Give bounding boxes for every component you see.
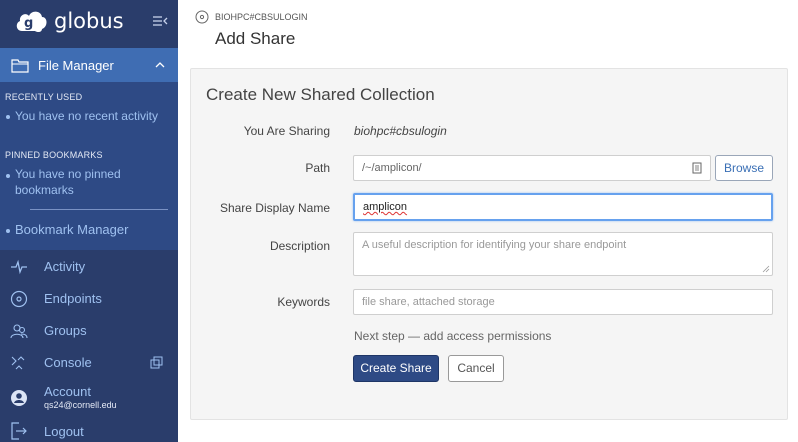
activity-label: Activity bbox=[44, 259, 86, 274]
logout-icon bbox=[11, 422, 27, 440]
account-email: qs24@cornell.edu bbox=[44, 400, 117, 410]
endpoint-icon bbox=[10, 290, 28, 308]
recently-used-empty: You have no recent activity bbox=[15, 109, 158, 123]
display-name-label: Share Display Name bbox=[219, 201, 330, 215]
sidebar-item-endpoints[interactable]: Endpoints bbox=[0, 282, 178, 314]
sidebar-item-logout[interactable]: Logout bbox=[0, 418, 178, 442]
display-name-input[interactable]: amplicon bbox=[353, 193, 773, 221]
sidebar-item-activity[interactable]: Activity bbox=[0, 250, 178, 282]
sidebar: g globus File Manager RECENTLY USED You … bbox=[0, 0, 178, 442]
bullet-icon bbox=[6, 174, 10, 178]
collapse-menu-icon[interactable] bbox=[152, 14, 168, 28]
next-step-hint: Next step — add access permissions bbox=[354, 329, 552, 343]
cancel-button[interactable]: Cancel bbox=[448, 355, 504, 382]
sidebar-item-console[interactable]: Console bbox=[0, 346, 178, 378]
browse-button[interactable]: Browse bbox=[715, 155, 773, 181]
console-icon bbox=[11, 356, 25, 370]
path-value: /~/amplicon/ bbox=[362, 162, 422, 174]
chevron-up-icon[interactable] bbox=[154, 60, 166, 70]
activity-icon bbox=[11, 259, 27, 275]
bookmark-manager-link[interactable]: Bookmark Manager bbox=[15, 222, 165, 238]
display-name-value: amplicon bbox=[363, 201, 408, 213]
bullet-icon bbox=[6, 229, 10, 233]
groups-label: Groups bbox=[44, 323, 87, 338]
svg-text:g: g bbox=[24, 16, 33, 31]
file-manager-label: File Manager bbox=[38, 58, 114, 73]
keywords-label: Keywords bbox=[277, 295, 330, 309]
pinned-bookmarks-empty: You have no pinned bookmarks bbox=[15, 167, 121, 197]
pinned-bookmarks-heading: PINNED BOOKMARKS bbox=[5, 150, 103, 160]
sharing-value: biohpc#cbsulogin bbox=[354, 124, 447, 138]
folder-icon bbox=[11, 59, 29, 73]
logout-label: Logout bbox=[44, 424, 84, 439]
account-icon bbox=[11, 390, 27, 406]
endpoint-icon bbox=[195, 10, 209, 24]
brand-name: globus bbox=[54, 9, 124, 33]
account-label: Account bbox=[44, 384, 91, 399]
keywords-input[interactable]: file share, attached storage bbox=[353, 289, 773, 315]
bullet-icon bbox=[6, 115, 10, 119]
brand-bar: g globus bbox=[0, 0, 178, 44]
sharing-label: You Are Sharing bbox=[243, 124, 330, 138]
path-input[interactable]: /~/amplicon/ bbox=[353, 155, 711, 181]
description-placeholder: A useful description for identifying you… bbox=[362, 239, 627, 251]
path-label: Path bbox=[305, 161, 330, 175]
file-icon[interactable] bbox=[692, 162, 702, 174]
sidebar-item-account[interactable]: Account qs24@cornell.edu bbox=[0, 380, 178, 414]
groups-icon bbox=[10, 324, 28, 339]
sidebar-item-file-manager[interactable]: File Manager bbox=[0, 48, 178, 82]
file-manager-panel: RECENTLY USED You have no recent activit… bbox=[0, 82, 178, 250]
create-share-button[interactable]: Create Share bbox=[353, 355, 439, 382]
console-label: Console bbox=[44, 355, 92, 370]
globus-logo-icon[interactable]: g bbox=[14, 7, 48, 37]
description-textarea[interactable]: A useful description for identifying you… bbox=[353, 232, 773, 276]
recently-used-heading: RECENTLY USED bbox=[5, 92, 83, 102]
form-title: Create New Shared Collection bbox=[206, 85, 435, 104]
sidebar-item-groups[interactable]: Groups bbox=[0, 314, 178, 346]
create-share-card: Create New Shared Collection You Are Sha… bbox=[190, 68, 788, 420]
external-link-icon[interactable] bbox=[150, 356, 163, 369]
page-title: Add Share bbox=[215, 29, 296, 48]
keywords-placeholder: file share, attached storage bbox=[362, 296, 495, 308]
description-label: Description bbox=[269, 239, 330, 253]
endpoints-label: Endpoints bbox=[44, 291, 102, 306]
resize-handle-icon[interactable] bbox=[762, 265, 770, 273]
breadcrumb-endpoint[interactable]: BIOHPC#CBSULOGIN bbox=[215, 12, 308, 22]
divider bbox=[30, 209, 168, 210]
